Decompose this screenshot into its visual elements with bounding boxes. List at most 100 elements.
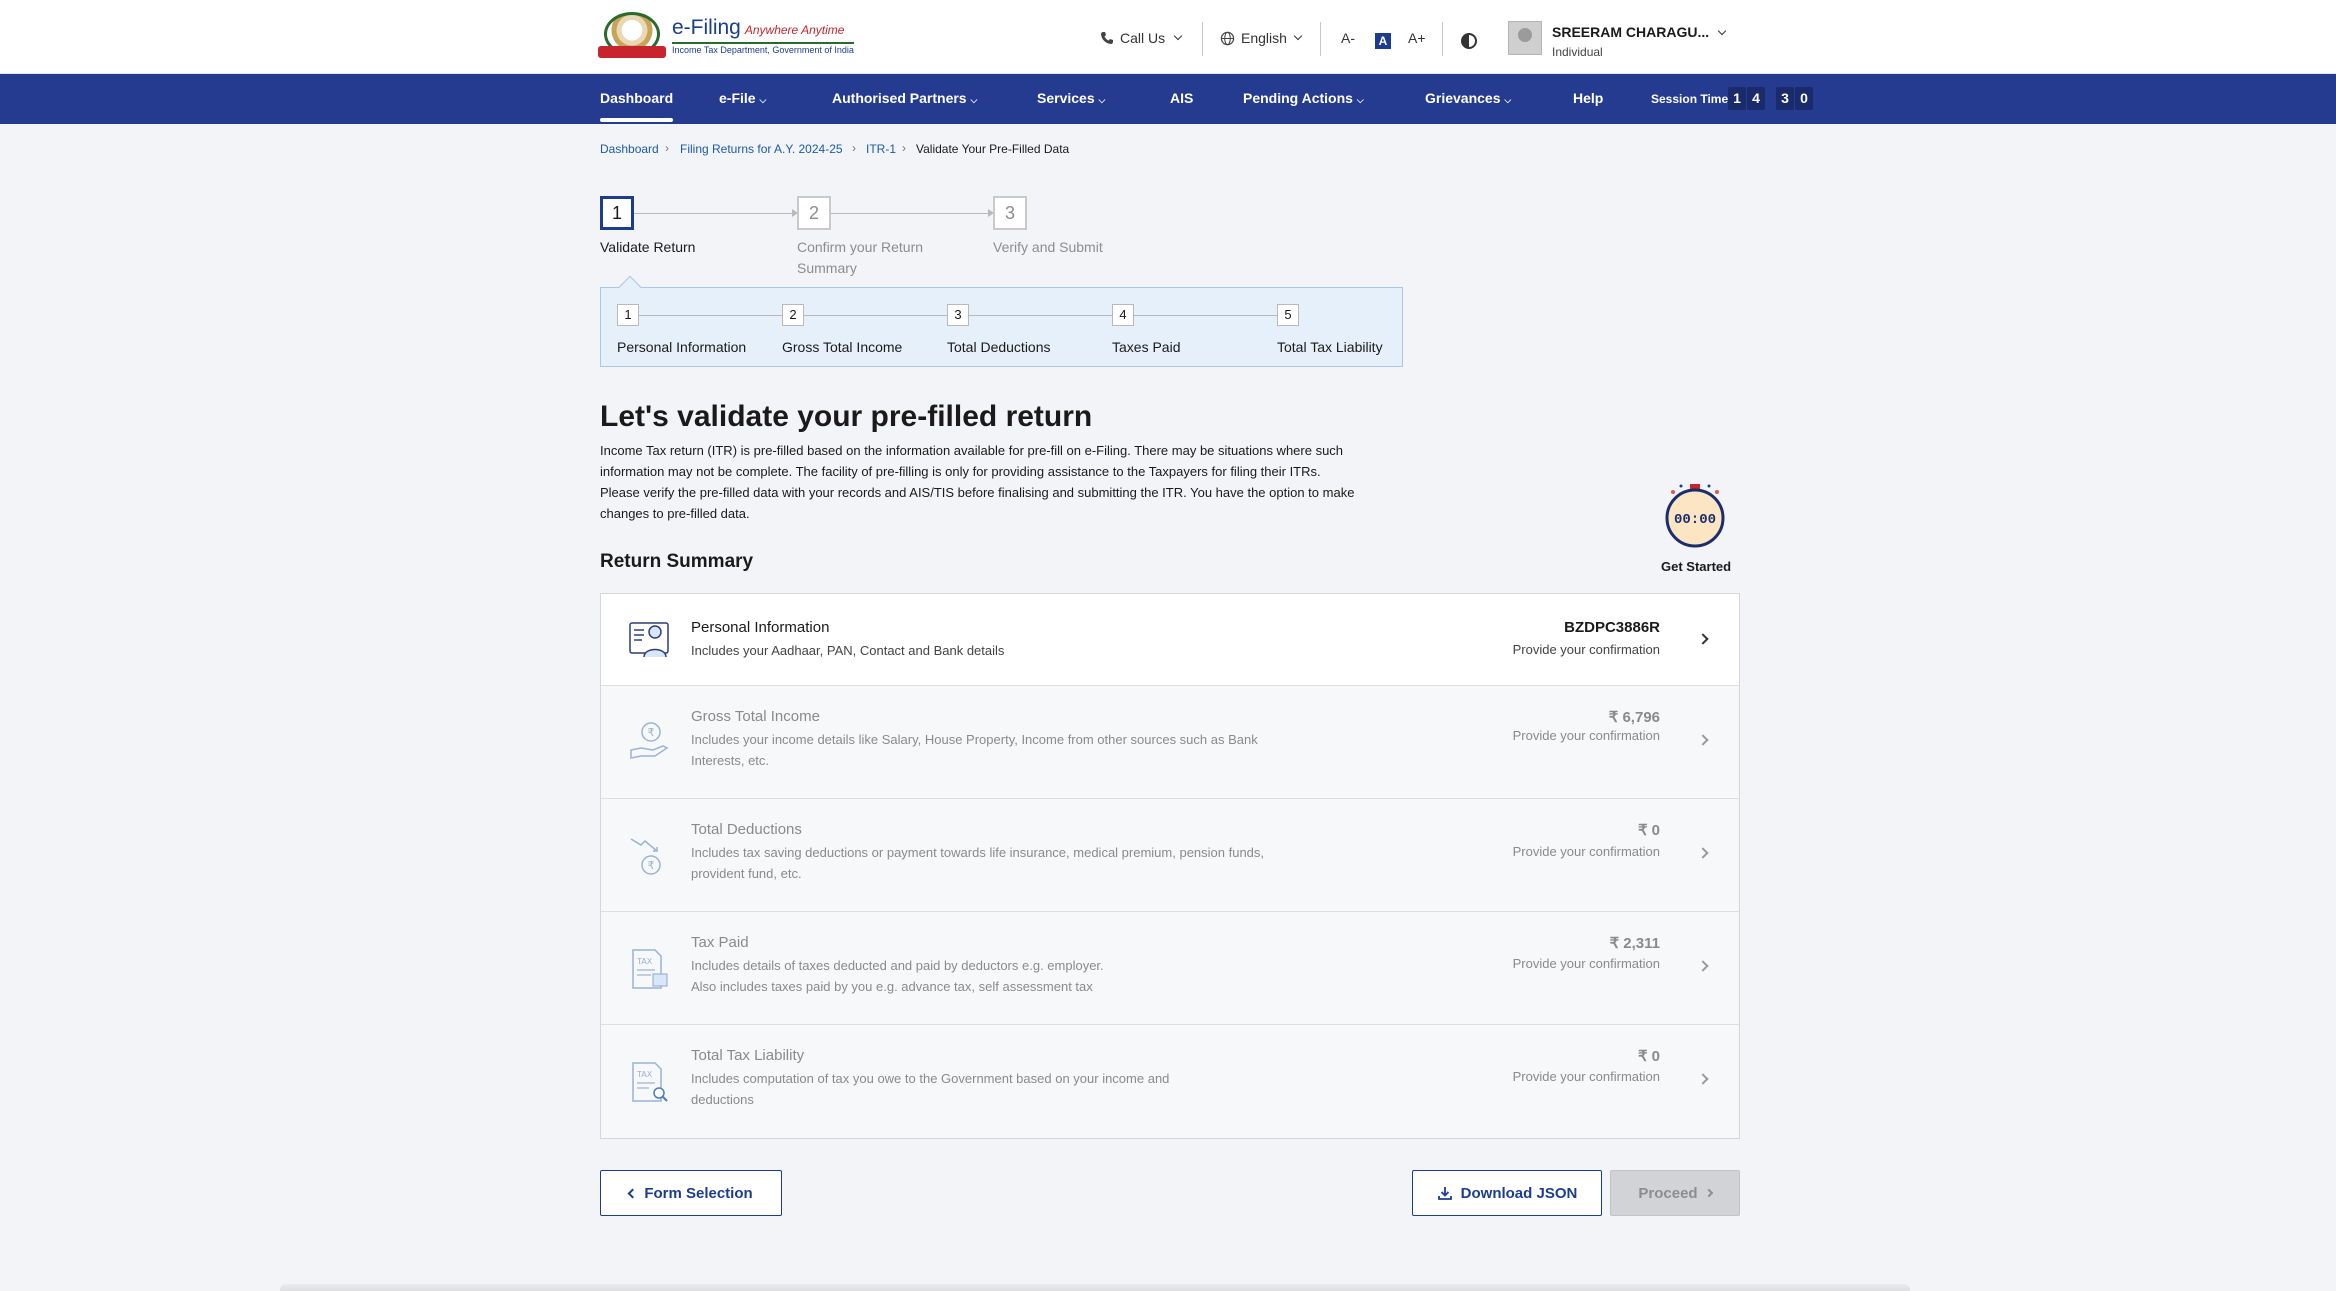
deduction-icon: ₹ [630, 838, 661, 875]
breadcrumb-dashboard[interactable]: Dashboard [600, 142, 659, 156]
chevron-down-icon: ⌵ [1356, 95, 1364, 105]
row-status: Provide your confirmation [1512, 642, 1660, 657]
step-2-box: 2 [797, 196, 831, 230]
tax-doc-icon: TAX [632, 949, 668, 989]
chevron-right-icon[interactable] [1697, 1073, 1709, 1085]
row-status: Provide your confirmation [1512, 956, 1660, 971]
user-name[interactable]: SREERAM CHARAGU... [1552, 24, 1727, 40]
govt-emblem-icon [598, 10, 666, 60]
chevron-left-icon [627, 1188, 638, 1198]
header-divider [1442, 22, 1443, 56]
form-selection-button[interactable]: Form Selection [600, 1170, 782, 1216]
summary-row-tax-paid[interactable]: TAX Tax Paid Includes details of taxes d… [601, 912, 1739, 1025]
nav-services[interactable]: Services ⌵ [1037, 90, 1105, 106]
main-nav [0, 74, 2336, 124]
svg-text:₹: ₹ [648, 726, 655, 739]
contrast-toggle-icon[interactable] [1461, 33, 1477, 49]
substep-panel [600, 287, 1403, 367]
language-select[interactable]: English [1220, 30, 1303, 46]
substep-4-box: 4 [1112, 304, 1134, 326]
chevron-down-icon: ⌵ [970, 95, 978, 105]
svg-text:TAX: TAX [636, 1070, 653, 1079]
chevron-right-icon[interactable] [1697, 633, 1709, 645]
breadcrumb-separator: › [665, 141, 669, 155]
session-digit: 3 [1776, 87, 1794, 110]
substep-1-box: 1 [617, 304, 639, 326]
row-title: Total Tax Liability [691, 1047, 805, 1064]
step-1-label: Validate Return [600, 239, 696, 255]
row-title: Personal Information [691, 619, 830, 636]
substep-2-label: Gross Total Income [782, 339, 903, 355]
nav-grievances[interactable]: Grievances ⌵ [1425, 90, 1511, 106]
logo-title: e-Filing Anywhere Anytime [672, 15, 845, 39]
nav-pending-actions[interactable]: Pending Actions ⌵ [1243, 90, 1364, 106]
header-divider [1320, 22, 1321, 56]
substep-3-box: 3 [947, 304, 969, 326]
nav-efile[interactable]: e-File ⌵ [719, 90, 766, 106]
chevron-down-icon [1717, 26, 1727, 36]
proceed-button[interactable]: Proceed [1610, 1170, 1740, 1216]
summary-row-total-deductions[interactable]: ₹ Total Deductions Includes tax saving d… [601, 799, 1739, 912]
avatar[interactable] [1508, 21, 1542, 55]
row-status: Provide your confirmation [1512, 728, 1660, 743]
breadcrumb-itr1[interactable]: ITR-1 [866, 142, 896, 156]
footer-edge [280, 1284, 1910, 1291]
chevron-right-icon [1704, 1188, 1713, 1198]
download-json-label: Download JSON [1460, 1184, 1578, 1202]
substep-connector [969, 315, 1112, 316]
step-connector [634, 213, 792, 214]
substep-4-label: Taxes Paid [1112, 339, 1181, 355]
summary-row-personal-information[interactable]: Personal Information Includes your Aadha… [601, 594, 1739, 686]
header-divider [1202, 22, 1203, 56]
row-value: ₹ 6,796 [1608, 709, 1660, 726]
substep-5-box: 5 [1277, 304, 1299, 326]
row-description: Includes your income details like Salary… [691, 732, 1258, 768]
chevron-right-icon[interactable] [1697, 960, 1709, 972]
call-us-menu[interactable]: Call Us [1100, 30, 1183, 46]
nav-help[interactable]: Help [1573, 90, 1603, 106]
rupee-hand-icon: ₹ [630, 722, 669, 759]
row-status: Provide your confirmation [1512, 1069, 1660, 1084]
breadcrumb-filing-returns[interactable]: Filing Returns for A.Y. 2024-25 [680, 142, 843, 156]
font-increase-button[interactable]: A+ [1408, 30, 1426, 46]
proceed-label: Proceed [1638, 1184, 1698, 1202]
font-normal-button[interactable]: A [1375, 33, 1391, 49]
nav-authorised-partners[interactable]: Authorised Partners ⌵ [832, 90, 977, 106]
nav-ais[interactable]: AIS [1170, 90, 1193, 106]
row-value: ₹ 0 [1637, 1048, 1660, 1065]
intro-text: Income Tax return (ITR) is pre-filled ba… [600, 443, 1355, 521]
font-decrease-button[interactable]: A- [1341, 30, 1355, 46]
step-3-label: Verify and Submit [993, 239, 1103, 255]
chevron-down-icon [1293, 31, 1303, 41]
row-description: Includes computation of tax you owe to t… [691, 1071, 1170, 1107]
tax-search-icon: TAX [632, 1062, 668, 1102]
nav-dashboard[interactable]: Dashboard [600, 90, 674, 122]
chevron-down-icon [1173, 31, 1183, 41]
efiling-logo[interactable]: e-Filing Anywhere Anytime Income Tax Depa… [598, 10, 854, 60]
summary-row-gross-total-income[interactable]: ₹ Gross Total Income Includes your incom… [601, 686, 1739, 799]
row-value: BZDPC3886R [1564, 619, 1660, 636]
row-description: Includes tax saving deductions or paymen… [691, 845, 1265, 881]
session-digit: 4 [1747, 87, 1765, 110]
chevron-right-icon[interactable] [1697, 734, 1709, 746]
logo-subtitle: Income Tax Department, Government of Ind… [672, 41, 854, 55]
svg-text:₹: ₹ [648, 859, 655, 872]
session-digit: 0 [1795, 87, 1813, 110]
globe-icon [1220, 31, 1235, 45]
summary-row-total-tax-liability[interactable]: TAX Total Tax Liability Includes computa… [601, 1025, 1739, 1138]
row-title: Total Deductions [691, 821, 802, 838]
row-title: Tax Paid [691, 934, 749, 951]
chevron-down-icon: ⌵ [1098, 95, 1106, 105]
call-us-label: Call Us [1120, 30, 1166, 46]
substep-connector [1134, 315, 1277, 316]
step-connector [831, 213, 988, 214]
row-title: Gross Total Income [691, 708, 820, 725]
download-json-button[interactable]: Download JSON [1412, 1170, 1602, 1216]
chevron-right-icon[interactable] [1697, 847, 1709, 859]
get-started-label[interactable]: Get Started [1661, 559, 1731, 574]
page-title: Let's validate your pre-filled return [600, 400, 1093, 433]
substep-5-label: Total Tax Liability [1277, 339, 1383, 355]
breadcrumb-current: Validate Your Pre-Filled Data [916, 142, 1070, 156]
stopwatch-icon[interactable]: 00:00 [1665, 480, 1725, 548]
phone-icon [1101, 32, 1113, 44]
